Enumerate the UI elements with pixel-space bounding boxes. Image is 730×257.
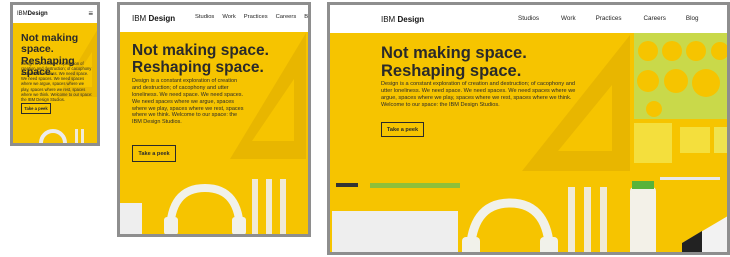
tablet-preview-frame: IBM Design Studios Work Practices Career… [117, 2, 311, 237]
mobile-preview-frame: IBMDesign ≡ Not making space. Reshaping s… [10, 2, 100, 146]
desk-items-illustration [332, 181, 727, 252]
brand-logo[interactable]: IBM Design [381, 15, 424, 24]
nav-links: Studios Work Practices Careers Blog [195, 14, 308, 20]
desk-items-illustration [39, 129, 84, 143]
nav-links: Studios Work Practices Careers Blog [518, 15, 699, 22]
brand-logo[interactable]: IBMDesign [17, 11, 48, 17]
take-a-peek-button[interactable]: Take a peek [381, 122, 424, 137]
nav-item-careers[interactable]: Careers [644, 15, 666, 22]
brand-logo[interactable]: IBM Design [132, 14, 175, 23]
take-a-peek-button[interactable]: Take a peek [132, 145, 176, 162]
nav-item-work[interactable]: Work [561, 15, 576, 22]
nav-item-studios[interactable]: Studios [518, 15, 539, 22]
nav-item-blog[interactable]: Blog [304, 14, 308, 20]
page-title: Not making space. Reshaping space. [132, 42, 269, 76]
top-nav: IBMDesign ≡ [13, 5, 97, 23]
nav-item-studios[interactable]: Studios [195, 14, 214, 20]
desktop-preview-frame: IBM Design Studios Work Practices Career… [327, 2, 730, 255]
intro-text: Design is a constant exploration of crea… [132, 78, 244, 126]
nav-item-blog[interactable]: Blog [686, 15, 699, 22]
nav-item-practices[interactable]: Practices [596, 15, 622, 22]
page-title: Not making space. Reshaping space. [381, 44, 527, 80]
circle-template-illustration [634, 33, 727, 119]
desk-items-illustration [120, 179, 286, 234]
nav-item-careers[interactable]: Careers [276, 14, 297, 20]
nav-item-work[interactable]: Work [222, 14, 235, 20]
intro-text: Design is a constant exploration of crea… [381, 81, 576, 108]
take-a-peek-button[interactable]: Take a peek [21, 103, 51, 114]
nav-item-practices[interactable]: Practices [244, 14, 268, 20]
intro-text: Design is a constant exploration of crea… [21, 61, 93, 102]
hamburger-icon[interactable]: ≡ [88, 10, 93, 18]
